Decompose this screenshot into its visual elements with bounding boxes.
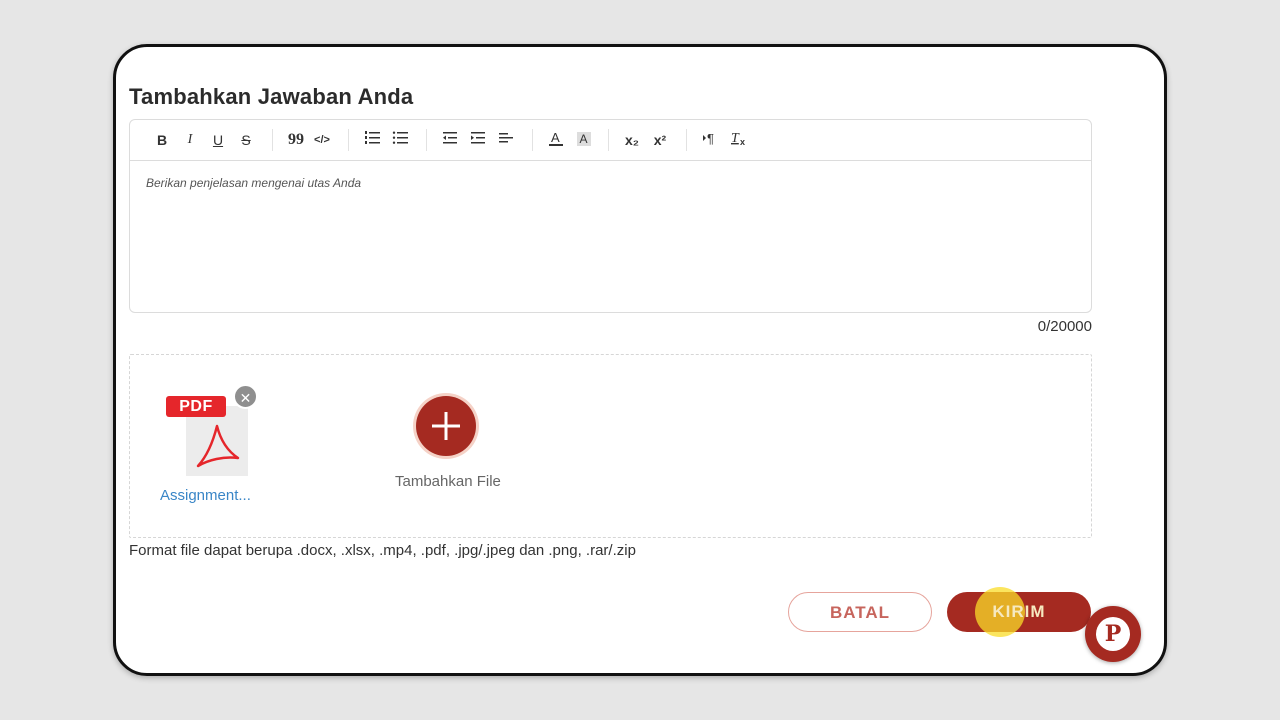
highlight-color-icon[interactable]: A <box>576 130 592 150</box>
blockquote-button[interactable]: 99 <box>288 130 304 150</box>
attached-file: PDF ✕ Assignment... <box>160 384 276 514</box>
character-counter: 0/20000 <box>1037 318 1092 335</box>
bullet-list-icon[interactable] <box>392 130 408 150</box>
form-title: Tambahkan Jawaban Anda <box>129 84 414 109</box>
bold-button[interactable]: B <box>154 130 170 150</box>
file-format-note: Format file dapat berupa .docx, .xlsx, .… <box>129 542 636 559</box>
toolbar-separator <box>348 129 349 151</box>
ordered-list-icon[interactable] <box>364 130 380 150</box>
subscript-button[interactable]: x₂ <box>624 130 640 150</box>
toolbar-separator <box>272 129 273 151</box>
plus-icon <box>432 412 460 440</box>
underline-button[interactable]: U <box>210 130 226 150</box>
add-file-label: Tambahkan File <box>395 473 501 490</box>
strikethrough-button[interactable]: S <box>238 130 254 150</box>
toolbar-separator <box>532 129 533 151</box>
align-left-icon[interactable] <box>498 130 514 150</box>
code-block-button[interactable]: </> <box>314 130 330 150</box>
pdf-type-badge: PDF <box>166 396 226 417</box>
help-chat-button[interactable]: P <box>1085 606 1141 662</box>
svg-text:A: A <box>580 132 588 146</box>
text-color-icon[interactable]: A <box>548 130 564 150</box>
editor-toolbar: B I U S 99 </> A A x₂ x² ¶ T x <box>130 120 1091 161</box>
svg-text:¶: ¶ <box>707 131 714 146</box>
superscript-button[interactable]: x² <box>652 130 668 150</box>
italic-button[interactable]: I <box>182 130 198 150</box>
text-direction-icon[interactable]: ¶ <box>702 130 718 150</box>
toolbar-separator <box>608 129 609 151</box>
svg-text:A: A <box>551 130 560 145</box>
remove-file-icon[interactable]: ✕ <box>233 384 258 409</box>
svg-text:x: x <box>740 137 745 146</box>
svg-text:T: T <box>731 131 740 146</box>
cursor-highlight <box>975 587 1025 637</box>
cancel-button[interactable]: BATAL <box>788 592 932 632</box>
add-file-button[interactable] <box>416 396 476 456</box>
toolbar-separator <box>686 129 687 151</box>
indent-icon[interactable] <box>470 130 486 150</box>
rich-text-editor: B I U S 99 </> A A x₂ x² ¶ T x Berikan p… <box>129 119 1092 313</box>
outdent-icon[interactable] <box>442 130 458 150</box>
attached-file-name[interactable]: Assignment... <box>160 487 251 504</box>
toolbar-separator <box>426 129 427 151</box>
help-logo-icon: P <box>1096 617 1130 651</box>
clear-format-icon[interactable]: Tx <box>730 130 748 150</box>
editor-placeholder[interactable]: Berikan penjelasan mengenai utas Anda <box>146 176 361 190</box>
